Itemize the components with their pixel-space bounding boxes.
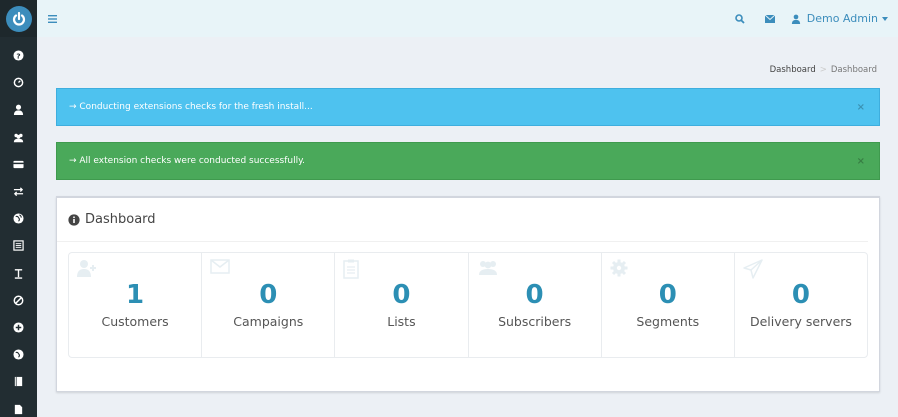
sidebar-item-locations[interactable] [0,341,37,368]
info-alert-text: → Conducting extensions checks for the f… [69,102,313,112]
user-plus-icon [77,260,96,277]
stat-campaigns-value: 0 [259,280,278,310]
caret-down-icon [882,16,888,21]
sidebar-item-users[interactable] [0,124,37,151]
top-navbar: Demo Admin [37,0,898,37]
user-menu[interactable]: Demo Admin [791,12,888,25]
success-alert-text: → All extension checks were conducted su… [69,156,305,166]
dashboard-title: Dashboard [85,212,156,227]
stat-campaigns-label: Campaigns [233,314,304,329]
user-icon [13,105,24,116]
stat-delivery-servers-value: 0 [791,280,810,310]
sidebar-item-blacklist[interactable] [0,287,37,314]
messages-button[interactable] [755,0,785,37]
globe-alt-icon [13,349,24,360]
svg-text:?: ? [16,51,20,60]
stat-segments-label: Segments [636,314,700,329]
breadcrumb: Dashboard > Dashboard [770,65,877,75]
stat-lists[interactable]: 0 Lists [335,253,469,357]
clipboard-icon [343,259,360,279]
sidebar-item-dashboard[interactable] [0,69,37,96]
sidebar-item-text[interactable] [0,260,37,287]
sidebar-item-pages[interactable] [0,368,37,395]
stat-subscribers-value: 0 [525,280,544,310]
main-content: Dashboard > Dashboard → Conducting extensi… [37,37,898,417]
user-name: Demo Admin [806,12,878,25]
file-icon [14,404,23,414]
search-icon [734,13,745,24]
stat-subscribers[interactable]: 0 Subscribers [469,253,602,357]
breadcrumb-current: Dashboard [830,65,877,75]
success-alert-close-button[interactable]: × [857,156,865,167]
sidebar-item-customers[interactable] [0,96,37,123]
stat-segments[interactable]: 0 Segments [602,253,735,357]
dashboard-box-header: Dashboard [57,198,868,242]
stat-segments-value: 0 [658,280,677,310]
users-icon [13,133,24,142]
stat-subscribers-label: Subscribers [498,314,572,329]
stat-campaigns[interactable]: 0 Campaigns [202,253,336,357]
hamburger-icon [48,14,57,23]
plus-circle-icon [13,322,24,333]
exchange-icon [13,187,24,197]
user-icon [791,14,800,24]
question-circle-icon: ? [13,50,24,61]
envelope-icon [210,259,230,274]
paper-plane-icon [743,259,763,279]
sidebar-item-files[interactable] [0,395,37,417]
ban-icon [13,295,24,306]
info-alert: → Conducting extensions checks for the f… [56,88,880,126]
breadcrumb-separator: > [819,65,827,75]
sidebar-item-lists[interactable] [0,232,37,259]
sidebar-item-transfers[interactable] [0,178,37,205]
power-logo-icon [5,5,32,32]
stat-customers[interactable]: 1 Customers [69,253,203,357]
sidebar-item-help[interactable]: ? [0,42,37,69]
credit-card-icon [13,160,24,169]
book-icon [14,377,23,387]
success-alert: → All extension checks were conducted su… [56,142,880,180]
stat-lists-label: Lists [387,314,416,329]
stat-delivery-servers[interactable]: 0 Delivery servers [735,253,867,357]
stat-customers-value: 1 [126,280,145,310]
stats-panel: 1 Customers 0 Campaigns 0 Lists 0 Subscr… [68,252,868,358]
breadcrumb-home-link[interactable]: Dashboard [770,65,816,75]
stat-delivery-servers-label: Delivery servers [749,314,852,329]
app-logo[interactable] [0,0,37,37]
sidebar-item-extensions[interactable] [0,314,37,341]
gear-icon [610,259,628,277]
dashboard-box: Dashboard 1 Customers 0 Campaigns 0 List… [56,196,880,392]
users-icon [478,261,497,275]
stat-lists-value: 0 [392,280,411,310]
sidebar-item-domains[interactable] [0,205,37,232]
sidebar-toggle-button[interactable] [48,14,70,23]
list-icon [13,240,24,252]
stat-customers-label: Customers [101,314,169,329]
info-circle-icon [68,213,80,226]
sidebar-item-billing[interactable] [0,151,37,178]
search-button[interactable] [725,0,755,37]
globe-icon [13,213,24,224]
envelope-icon [764,14,775,23]
text-icon [14,268,23,279]
info-alert-close-button[interactable]: × [857,102,865,113]
dashboard-icon [13,77,24,88]
sidebar: ? [0,0,37,417]
